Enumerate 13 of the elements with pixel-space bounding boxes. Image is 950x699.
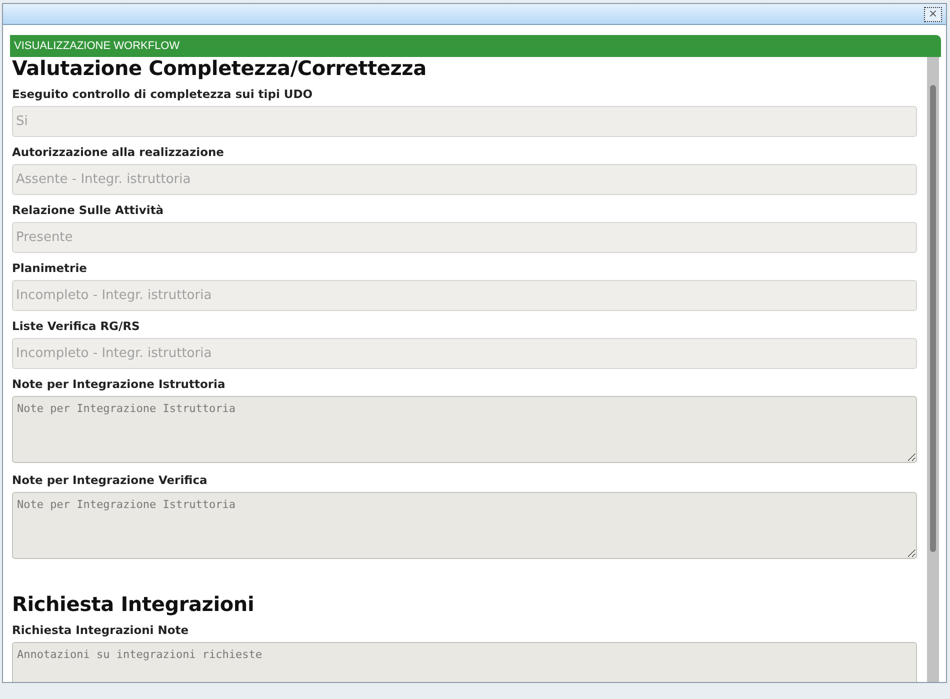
- field-label: Note per Integrazione Istruttoria: [12, 377, 226, 391]
- field-label: Note per Integrazione Verifica: [12, 473, 208, 487]
- field-label: Liste Verifica RG/RS: [12, 319, 141, 333]
- field-label: Relazione Sulle Attività: [12, 203, 165, 217]
- close-button[interactable]: ×: [924, 6, 942, 22]
- workflow-header: VISUALIZZAZIONE WORKFLOW: [10, 35, 941, 57]
- section-title: Richiesta Integrazioni: [12, 593, 256, 615]
- field-label: Autorizzazione alla realizzazione: [12, 145, 225, 159]
- scrollbar[interactable]: [927, 57, 939, 682]
- section-title: Valutazione Completezza/Correttezza: [12, 57, 428, 79]
- field-label: Eseguito controllo di completezza sui tipi UDO: [12, 87, 314, 101]
- field-label: Richiesta Integrazioni Note: [12, 623, 190, 637]
- field-label: Planimetrie: [12, 261, 88, 275]
